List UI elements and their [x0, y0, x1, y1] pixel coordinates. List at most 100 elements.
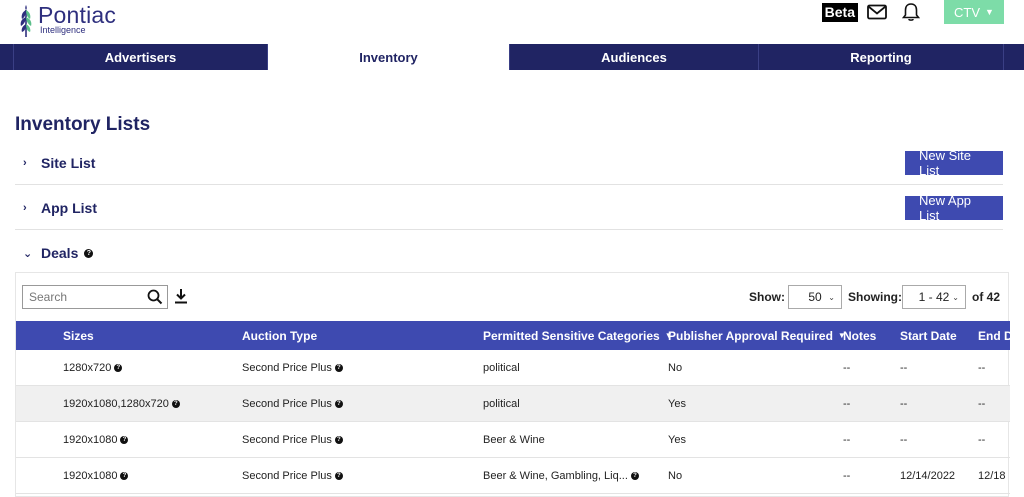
table-row[interactable]: 1920x1080? Second Price Plus? Beer & Win… — [16, 458, 1010, 494]
page-range-value: 1 - 42 — [918, 290, 950, 304]
app-list-section[interactable]: › App List New App List — [15, 186, 1003, 230]
col-start-date[interactable]: Start Date — [900, 321, 957, 350]
col-sizes[interactable]: Sizes — [63, 321, 94, 350]
chevron-down-icon: ⌄ — [23, 247, 33, 260]
mail-icon[interactable] — [866, 1, 888, 23]
tab-inventory[interactable]: Inventory — [268, 44, 510, 70]
sizes-text: 1280x720 — [63, 362, 112, 374]
help-icon[interactable]: ? — [120, 436, 129, 444]
sizes-text: 1920x1080 — [63, 434, 118, 446]
table-row[interactable]: 1920x1080,1280x720? Second Price Plus? p… — [16, 386, 1010, 422]
col-permitted-categories[interactable]: Permitted Sensitive Categories ▼ — [483, 321, 673, 350]
bell-icon[interactable] — [900, 1, 922, 23]
total-count: of 42 — [972, 290, 1001, 304]
cell-approval: No — [668, 362, 683, 374]
deals-section[interactable]: ⌄ Deals ? — [15, 231, 1003, 275]
chevron-down-icon: ⌄ — [952, 292, 959, 302]
beta-badge: Beta — [821, 2, 858, 22]
help-icon[interactable]: ? — [334, 472, 343, 480]
help-icon[interactable]: ? — [334, 436, 343, 444]
help-icon[interactable]: ? — [334, 364, 343, 372]
col-auction-type[interactable]: Auction Type — [242, 321, 317, 350]
cell-start-date: 12/14/2022 — [900, 470, 956, 482]
cell-start-date: -- — [900, 398, 908, 410]
page-size-value: 50 — [808, 290, 822, 304]
deals-label[interactable]: Deals — [41, 245, 78, 261]
wheat-logo-icon — [20, 5, 32, 37]
cell-auction-type: Second Price Plus? — [242, 386, 343, 422]
cell-auction-type: Second Price Plus? — [242, 422, 343, 458]
cell-start-date: -- — [900, 362, 908, 374]
ctv-dropdown[interactable]: CTV ▼ — [944, 0, 1004, 24]
cell-categories: political — [483, 362, 520, 374]
show-label: Show: — [749, 290, 785, 304]
col-permitted-categories-label: Permitted Sensitive Categories — [483, 328, 660, 343]
cell-end-date: -- — [978, 434, 986, 446]
chevron-right-icon: › — [23, 201, 27, 214]
download-icon[interactable] — [174, 288, 188, 304]
cell-sizes: 1920x1080? — [63, 422, 129, 458]
page-range-select[interactable]: 1 - 42 ⌄ — [902, 285, 966, 309]
help-icon[interactable]: ? — [84, 248, 94, 258]
cell-approval: Yes — [668, 398, 686, 410]
tab-advertisers[interactable]: Advertisers — [14, 44, 268, 70]
cell-approval: No — [668, 470, 683, 482]
site-list-label[interactable]: Site List — [41, 155, 95, 171]
col-publisher-approval-label: Publisher Approval Required — [668, 328, 833, 343]
table-header: Sizes Auction Type Permitted Sensitive C… — [16, 321, 1013, 350]
pontiac-logo[interactable]: Pontiac Intelligence — [16, 4, 116, 38]
caret-down-icon: ▼ — [985, 7, 994, 17]
main-nav: Advertisers Inventory Audiences Reportin… — [0, 44, 1024, 70]
auction-text: Second Price Plus — [242, 398, 332, 410]
sizes-text: 1920x1080,1280x720 — [63, 398, 169, 410]
cell-end-date: 12/18 — [978, 470, 1006, 482]
table-row[interactable]: 1920x1080? Second Price Plus? Beer & Win… — [16, 422, 1010, 458]
cell-sizes: 1920x1080,1280x720? — [63, 386, 180, 422]
cell-categories: Beer & Wine, Gambling, Liq...? — [483, 458, 639, 494]
new-app-list-button[interactable]: New App List — [905, 193, 1003, 223]
cell-auction-type: Second Price Plus? — [242, 458, 343, 494]
page-title: Inventory Lists — [15, 114, 151, 135]
tab-reporting[interactable]: Reporting — [759, 44, 1004, 70]
table-row[interactable]: 1280x720? Second Price Plus? political N… — [16, 350, 1010, 386]
cell-categories: Beer & Wine — [483, 434, 545, 446]
help-icon[interactable]: ? — [114, 364, 123, 372]
cell-notes: -- — [843, 398, 851, 410]
cell-end-date: -- — [978, 362, 986, 374]
auction-text: Second Price Plus — [242, 362, 332, 374]
cell-approval: Yes — [668, 434, 686, 446]
app-header: Pontiac Intelligence Beta CTV ▼ — [0, 0, 1024, 44]
cell-sizes: 1280x720? — [63, 350, 123, 386]
col-publisher-approval[interactable]: Publisher Approval Required ▼ — [668, 321, 846, 350]
cell-end-date: -- — [978, 398, 986, 410]
cell-start-date: -- — [900, 434, 908, 446]
col-end-date[interactable]: End D — [978, 321, 1013, 350]
search-input[interactable] — [29, 287, 149, 307]
help-icon[interactable]: ? — [120, 472, 129, 480]
cell-auction-type: Second Price Plus? — [242, 350, 343, 386]
ctv-label: CTV — [954, 4, 981, 20]
site-list-section[interactable]: › Site List New Site List — [15, 141, 1003, 185]
cell-notes: -- — [843, 434, 851, 446]
help-icon[interactable]: ? — [630, 472, 639, 480]
chevron-right-icon: › — [23, 156, 27, 169]
search-field[interactable] — [22, 285, 168, 309]
cell-categories: political — [483, 398, 520, 410]
cell-notes: -- — [843, 362, 851, 374]
help-icon[interactable]: ? — [334, 400, 343, 408]
auction-text: Second Price Plus — [242, 470, 332, 482]
categories-text: Beer & Wine, Gambling, Liq... — [483, 470, 628, 482]
nav-edge — [0, 44, 14, 70]
search-icon[interactable] — [147, 289, 163, 305]
new-site-list-button[interactable]: New Site List — [905, 148, 1003, 178]
auction-text: Second Price Plus — [242, 434, 332, 446]
chevron-down-icon: ⌄ — [828, 292, 835, 302]
sizes-text: 1920x1080 — [63, 470, 118, 482]
help-icon[interactable]: ? — [171, 400, 180, 408]
deals-panel: Show: 50 ⌄ Showing: 1 - 42 ⌄ of 42 Sizes… — [15, 272, 1013, 497]
page-size-select[interactable]: 50 ⌄ — [788, 285, 842, 309]
tab-audiences[interactable]: Audiences — [510, 44, 759, 70]
showing-label: Showing: — [848, 290, 902, 304]
col-notes[interactable]: Notes — [843, 321, 876, 350]
app-list-label[interactable]: App List — [41, 200, 97, 216]
